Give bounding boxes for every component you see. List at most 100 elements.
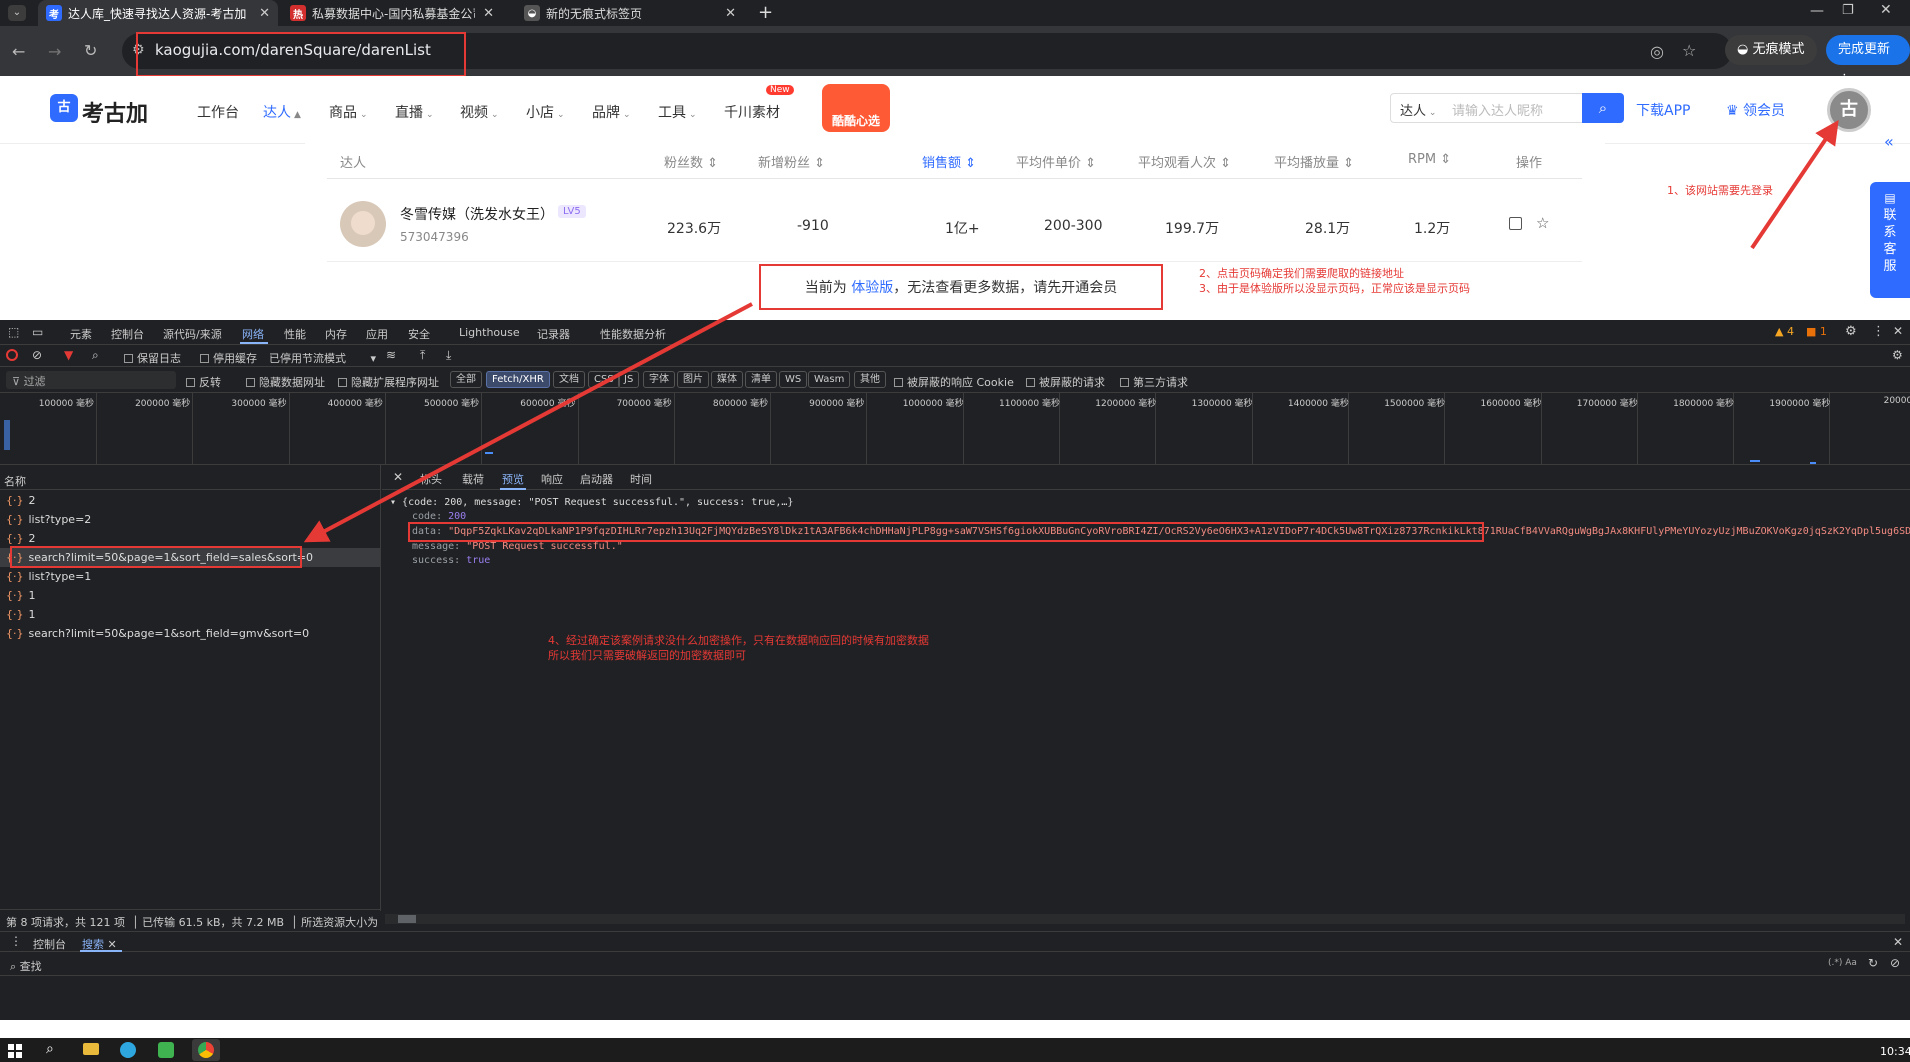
close-tab-icon[interactable]: ✕: [725, 6, 736, 21]
user-avatar[interactable]: 古: [1827, 88, 1871, 132]
blocked-cookies-checkbox[interactable]: 被屏蔽的响应 Cookie: [894, 374, 1014, 390]
devtools-tab-sources[interactable]: 源代码/来源: [163, 326, 222, 342]
browser-tab-kaogujia[interactable]: 考 达人库_快速寻找达人资源-考古加 ✕: [38, 0, 278, 26]
devtools-tab-security[interactable]: 安全: [408, 326, 430, 342]
devtools-more-icon[interactable]: ⋮: [1872, 324, 1885, 339]
filter-chip-all[interactable]: 全部: [450, 371, 482, 388]
col-avg-plays[interactable]: 平均播放量 ⇕: [1274, 152, 1354, 171]
request-row[interactable]: {·} list?type=1: [0, 567, 380, 586]
devtools-tab-application[interactable]: 应用: [366, 326, 388, 342]
trial-link[interactable]: 体验版: [851, 277, 893, 297]
blocked-requests-checkbox[interactable]: 被屏蔽的请求: [1026, 374, 1105, 390]
collapse-icon[interactable]: «: [1884, 132, 1894, 151]
filter-chip-fetch-xhr[interactable]: Fetch/XHR: [486, 371, 550, 388]
daren-name[interactable]: 冬雪传媒（洗发水女王）: [400, 204, 554, 224]
edge-icon[interactable]: [120, 1042, 136, 1058]
devtools-tab-performance[interactable]: 性能: [284, 326, 306, 342]
search-type-select[interactable]: 达人 ⌄: [1400, 100, 1436, 119]
name-column-header[interactable]: 名称: [0, 468, 380, 490]
bookmark-star-icon[interactable]: ☆: [1682, 41, 1696, 60]
preview-scrollbar[interactable]: [385, 914, 1905, 924]
contact-service-button[interactable]: ▤ 联系客服: [1870, 182, 1910, 298]
windows-start-icon[interactable]: [8, 1044, 22, 1058]
clear-icon[interactable]: ⊘: [32, 348, 42, 362]
promo-banner[interactable]: 酷酷心选: [822, 84, 890, 132]
logo-text[interactable]: 考古加: [82, 96, 148, 128]
export-har-icon[interactable]: ⤓: [446, 348, 451, 363]
filter-chip-css[interactable]: CSS: [588, 371, 620, 388]
preview-scroll-thumb[interactable]: [398, 915, 416, 923]
devtools-tab-console[interactable]: 控制台: [111, 326, 144, 342]
request-row[interactable]: {·} list?type=2: [0, 510, 380, 529]
detail-tab-payload[interactable]: 载荷: [462, 471, 484, 487]
logo-icon[interactable]: 古: [50, 94, 78, 122]
inspect-icon[interactable]: ⬚: [8, 325, 19, 339]
warnings-count[interactable]: ▲ 4: [1775, 325, 1794, 338]
browser-tab-simu[interactable]: 热 私募数据中心-国内私募基金公司 ✕: [282, 0, 502, 26]
drawer-search-input[interactable]: ⌕ 查找: [10, 958, 42, 974]
filter-chip-manifest[interactable]: 清单: [745, 371, 777, 388]
tab-search-icon[interactable]: ⌄: [8, 5, 26, 21]
wechat-icon[interactable]: [158, 1042, 174, 1058]
devtools-tab-lighthouse[interactable]: Lighthouse: [459, 326, 520, 339]
daren-avatar[interactable]: [340, 201, 386, 247]
nav-brand[interactable]: 品牌 ⌄: [592, 102, 631, 122]
filter-chip-js[interactable]: JS: [618, 371, 640, 388]
request-row[interactable]: {·} 1: [0, 605, 380, 624]
import-har-icon[interactable]: ⤒: [420, 348, 425, 363]
back-icon[interactable]: ←: [12, 42, 25, 61]
detail-tab-initiator[interactable]: 启动器: [580, 471, 613, 487]
nav-qianchuan[interactable]: 千川素材: [724, 102, 780, 122]
nav-goods[interactable]: 商品 ⌄: [329, 102, 368, 122]
filter-chip-font[interactable]: 字体: [643, 371, 675, 388]
browser-tab-incognito[interactable]: ◒ 新的无痕式标签页 ✕: [516, 0, 744, 26]
device-toggle-icon[interactable]: ▭: [32, 325, 43, 339]
request-row[interactable]: {·} 1: [0, 586, 380, 605]
filter-chip-ws[interactable]: WS: [779, 371, 808, 388]
forward-icon[interactable]: →: [48, 42, 61, 61]
request-row[interactable]: {·} 2: [0, 491, 380, 510]
filter-chip-wasm[interactable]: Wasm: [808, 371, 851, 388]
close-tab-icon[interactable]: ✕: [259, 6, 270, 21]
search-input[interactable]: 请输入达人昵称: [1452, 100, 1543, 119]
close-tab-icon[interactable]: ✕: [483, 6, 494, 21]
disable-cache-checkbox[interactable]: 停用缓存: [200, 350, 257, 366]
network-settings-icon[interactable]: ⚙: [1892, 348, 1903, 362]
restore-icon[interactable]: ❐: [1842, 3, 1854, 18]
refresh-search-icon[interactable]: ↻: [1868, 956, 1878, 970]
file-explorer-icon[interactable]: [83, 1043, 99, 1055]
filter-chip-other[interactable]: 其他: [854, 371, 886, 388]
col-sales[interactable]: 销售额 ⇕: [922, 152, 976, 171]
drawer-menu-icon[interactable]: ⋮: [10, 934, 22, 948]
hide-extension-checkbox[interactable]: 隐藏扩展程序网址: [338, 374, 439, 390]
window-close-icon[interactable]: ✕: [1880, 2, 1892, 18]
nav-live[interactable]: 直播 ⌄: [395, 102, 434, 122]
taskbar-search-icon[interactable]: ⌕: [46, 1041, 54, 1057]
preserve-log-checkbox[interactable]: 保留日志: [124, 350, 181, 366]
throttle-select[interactable]: 已停用节流模式 ▾: [269, 350, 376, 366]
filter-icon[interactable]: ▼: [64, 348, 73, 362]
detail-tab-preview[interactable]: 预览: [502, 471, 524, 487]
minimize-icon[interactable]: —: [1810, 3, 1824, 19]
vip-link[interactable]: ♛ 领会员: [1726, 100, 1785, 120]
col-new-fans[interactable]: 新增粉丝 ⇕: [758, 152, 825, 171]
nav-workbench[interactable]: 工作台: [197, 102, 239, 122]
drawer-tab-console[interactable]: 控制台: [33, 936, 66, 952]
devtools-tab-perf-insights[interactable]: 性能数据分析: [600, 326, 666, 342]
record-icon[interactable]: [6, 349, 18, 361]
preview-summary[interactable]: ▾ {code: 200, message: "POST Request suc…: [390, 497, 793, 508]
devtools-tab-elements[interactable]: 元素: [70, 326, 92, 342]
hide-data-url-checkbox[interactable]: 隐藏数据网址: [246, 374, 325, 390]
new-tab-button[interactable]: +: [758, 2, 773, 23]
nav-shop[interactable]: 小店 ⌄: [526, 102, 565, 122]
col-rpm[interactable]: RPM ⇕: [1408, 152, 1451, 167]
invert-checkbox[interactable]: 反转: [186, 374, 221, 390]
nav-tools[interactable]: 工具 ⌄: [658, 102, 697, 122]
detail-tab-headers[interactable]: 标头: [420, 471, 442, 487]
regex-toggle-icon[interactable]: (.*) Aa: [1828, 958, 1857, 968]
clear-search-icon[interactable]: ⊘: [1890, 956, 1900, 970]
eye-off-icon[interactable]: ◎: [1650, 42, 1664, 61]
devtools-close-icon[interactable]: ✕: [1893, 324, 1903, 338]
filter-chip-doc[interactable]: 文档: [553, 371, 585, 388]
reload-icon[interactable]: ↻: [84, 41, 97, 60]
